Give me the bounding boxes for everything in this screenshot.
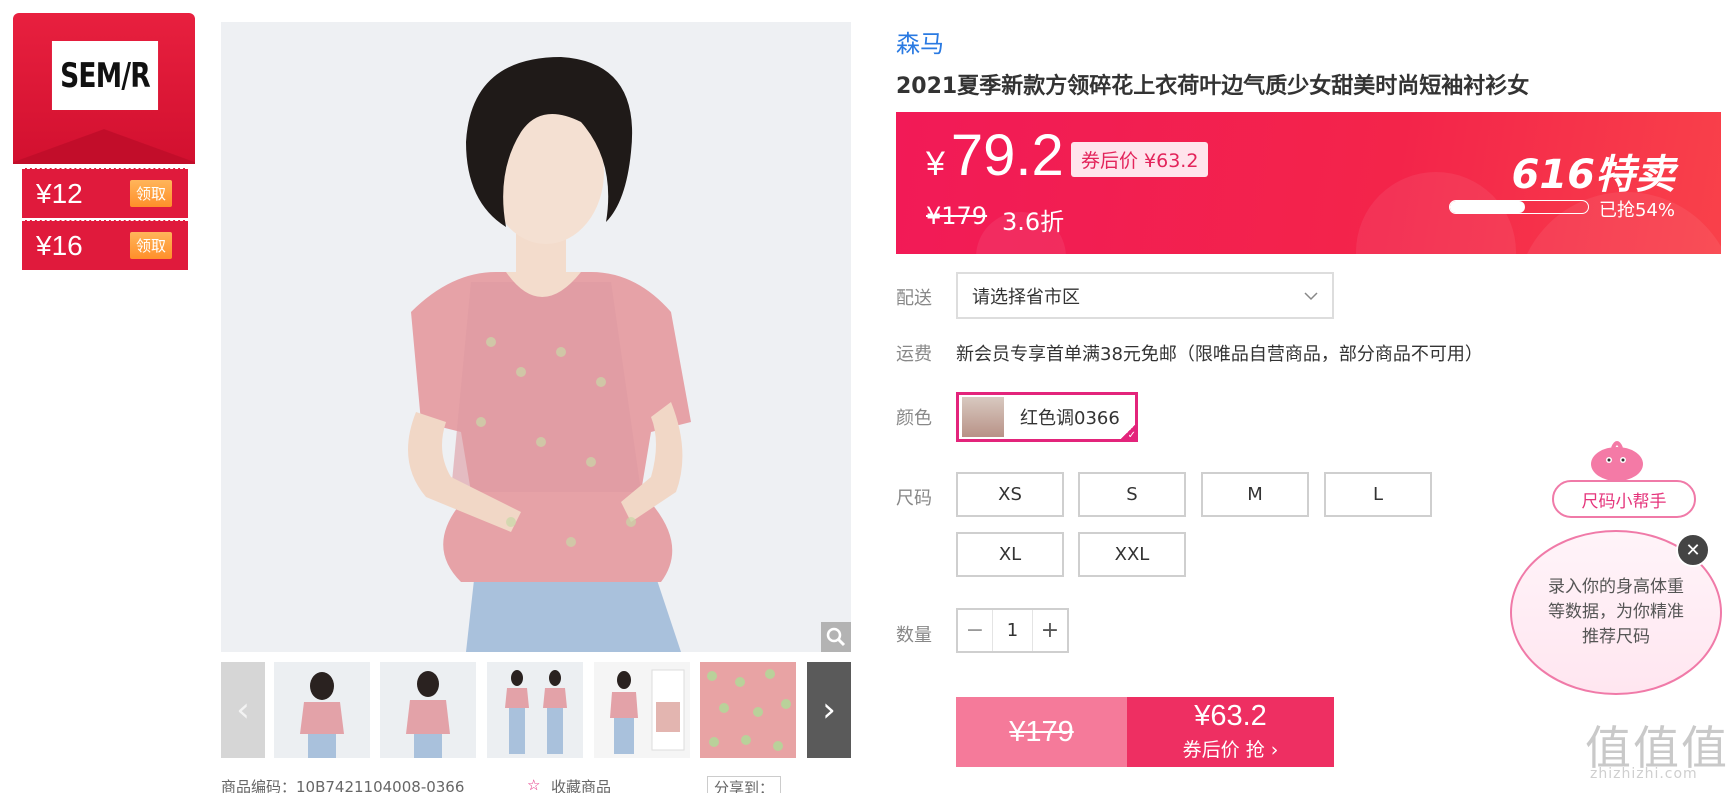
- coupon-12: ¥12 领取: [22, 168, 188, 218]
- share-button[interactable]: 分享到：: [707, 776, 782, 793]
- size-option-xl[interactable]: XL: [956, 532, 1064, 577]
- increase-button[interactable]: +: [1033, 610, 1067, 651]
- price-banner: ¥ 79.2 券后价 ¥63.2 ¥179 3.6折 616特卖 已抢54%: [896, 112, 1721, 254]
- sold-progress-bar: [1449, 200, 1589, 214]
- color-option-selected[interactable]: 红色调0366 ✓: [956, 392, 1138, 442]
- brand-logo[interactable]: SEM/R: [51, 41, 159, 110]
- size-helper-message: 录入你的身高体重等数据，为你精准推荐尺码: [1548, 577, 1684, 647]
- mascot-icon[interactable]: [1585, 436, 1649, 482]
- size-helper-button[interactable]: 尺码小帮手: [1552, 480, 1696, 518]
- claim-coupon-button[interactable]: 领取: [129, 180, 172, 207]
- chevron-right-icon[interactable]: ›: [807, 662, 851, 758]
- thumbnail[interactable]: [380, 662, 476, 758]
- original-price: ¥179: [926, 202, 988, 230]
- quantity-input[interactable]: 1: [992, 610, 1033, 651]
- shipping-fee-label: 运费: [896, 344, 932, 365]
- thumbnail[interactable]: [700, 662, 796, 758]
- claim-coupon-button[interactable]: 领取: [129, 232, 172, 259]
- color-option-label: 红色调0366: [1020, 408, 1120, 429]
- size-option-l[interactable]: L: [1324, 472, 1432, 517]
- thumbnail[interactable]: [487, 662, 583, 758]
- size-option-s[interactable]: S: [1078, 472, 1186, 517]
- product-main-image[interactable]: [221, 22, 851, 652]
- thumbnail-strip: ‹ ›: [221, 662, 851, 758]
- size-option-xxl[interactable]: XXL: [1078, 532, 1186, 577]
- thumbnail[interactable]: [594, 662, 690, 758]
- check-icon: ✓: [1116, 424, 1138, 442]
- quantity-stepper: − 1 +: [956, 608, 1069, 653]
- magnifier-icon[interactable]: [821, 622, 851, 652]
- brand-link[interactable]: 森马: [896, 24, 944, 59]
- product-code: 商品编码：10B7421104008-0366: [221, 778, 465, 793]
- buy-original-price[interactable]: ¥179: [956, 697, 1127, 767]
- buy-now-button[interactable]: ¥63.2 券后价 抢 ›: [1127, 697, 1334, 767]
- size-option-m[interactable]: M: [1201, 472, 1309, 517]
- discount-rate: 3.6折: [1002, 208, 1065, 236]
- coupon-amount: ¥12: [36, 177, 83, 209]
- gallery-footer: 商品编码：10B7421104008-0366 ☆ 收藏商品 分享到：: [221, 776, 851, 793]
- color-label: 颜色: [896, 408, 932, 429]
- delivery-label: 配送: [896, 288, 932, 309]
- sale-price: ¥ 79.2: [926, 122, 1064, 189]
- watermark-url: zhizhizhi.com: [1590, 766, 1698, 782]
- shipping-fee-text: 新会员专享首单满38元免邮（限唯品自营商品，部分商品不可用）: [956, 344, 1483, 365]
- star-icon[interactable]: ☆: [527, 776, 540, 793]
- coupon-amount: ¥16: [36, 229, 83, 261]
- product-title: 2021夏季新款方领碎花上衣荷叶边气质少女甜美时尚短袖衬衫女: [896, 74, 1530, 99]
- color-swatch: [962, 397, 1004, 437]
- model-photo: [221, 22, 851, 652]
- sold-progress-fill: [1450, 201, 1525, 213]
- close-icon[interactable]: ✕: [1676, 533, 1710, 567]
- chevron-left-icon[interactable]: ‹: [221, 662, 265, 758]
- coupon-16: ¥16 领取: [22, 220, 188, 270]
- sold-progress-text: 已抢54%: [1598, 200, 1675, 221]
- price-value: 79.2: [950, 123, 1064, 188]
- promo-logo: 616特卖: [1511, 152, 1676, 198]
- region-select[interactable]: 请选择省市区: [956, 272, 1334, 319]
- quantity-label: 数量: [896, 625, 932, 646]
- thumbnail[interactable]: [274, 662, 370, 758]
- favorite-link[interactable]: 收藏商品: [551, 776, 611, 793]
- decrease-button[interactable]: −: [958, 610, 992, 651]
- after-coupon-price: 券后价 ¥63.2: [1071, 142, 1209, 177]
- size-label: 尺码: [896, 488, 932, 509]
- brand-badge[interactable]: SEM/R: [13, 13, 195, 164]
- chevron-down-icon: [1304, 285, 1318, 306]
- region-placeholder: 请选择省市区: [972, 286, 1080, 308]
- buy-label: 券后价 抢 ›: [1182, 739, 1279, 761]
- buy-price: ¥63.2: [1194, 700, 1267, 732]
- size-option-xs[interactable]: XS: [956, 472, 1064, 517]
- currency-symbol: ¥: [926, 145, 945, 183]
